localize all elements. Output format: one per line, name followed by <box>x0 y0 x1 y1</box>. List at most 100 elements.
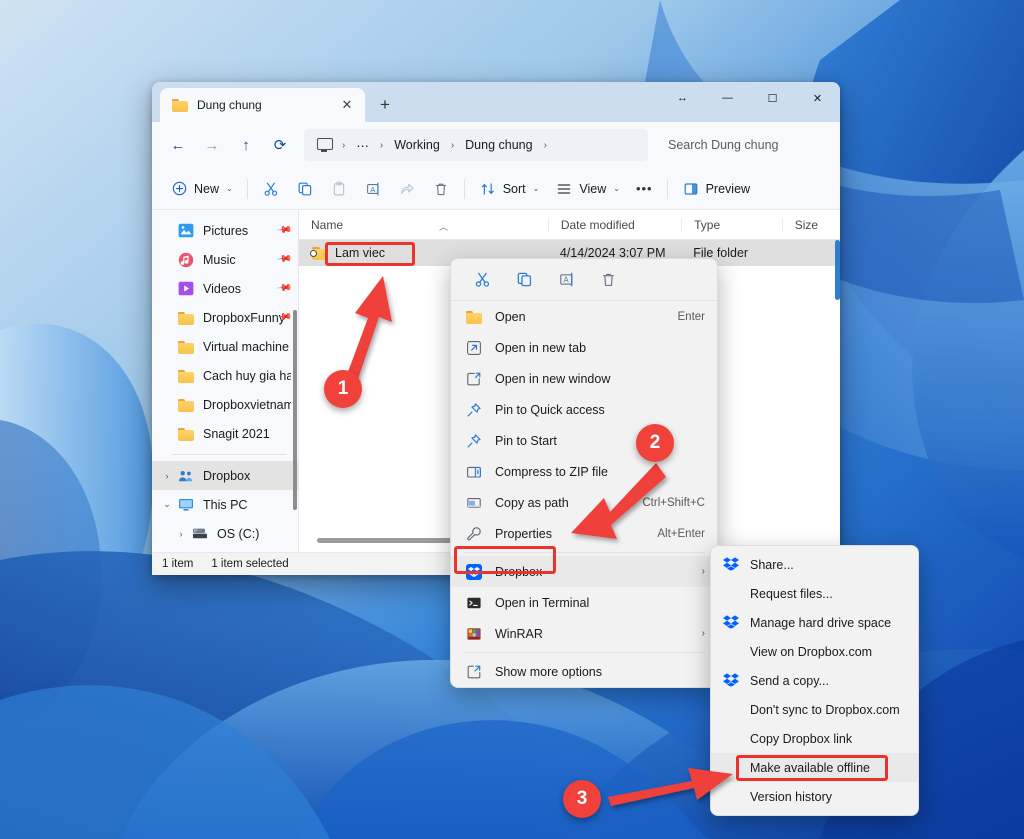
context-item-pin-to-start[interactable]: Pin to Start <box>451 425 717 456</box>
folder-icon <box>465 308 482 325</box>
command-bar: New ⌄ A Sort ⌄ View ⌄ ••• Preview <box>152 168 840 210</box>
sidebar-label: Virtual machine <box>203 339 289 354</box>
close-tab-icon[interactable]: ✕ <box>337 95 357 115</box>
rename-button[interactable]: A <box>356 174 390 204</box>
folder-icon <box>178 426 194 442</box>
back-button[interactable]: ← <box>162 129 194 161</box>
toolbar-divider <box>246 178 248 199</box>
context-item-open-in-new-window[interactable]: Open in new window <box>451 363 717 394</box>
preview-button[interactable]: Preview <box>674 174 758 204</box>
context-item-show-more-options[interactable]: Show more options <box>451 656 717 687</box>
paste-button[interactable] <box>322 174 356 204</box>
new-tab-icon <box>465 339 482 356</box>
context-item-label: Open in new tab <box>495 340 587 355</box>
column-header-size[interactable]: Size <box>781 217 840 232</box>
preview-pane-icon <box>682 180 700 198</box>
share-button[interactable] <box>390 174 424 204</box>
chevron-down-icon[interactable]: ⌄ <box>162 499 172 510</box>
step-badge-1: 1 <box>324 370 362 408</box>
address-bar[interactable]: › ⋯ › Working › Dung chung › <box>304 129 648 161</box>
folder-icon <box>310 246 328 260</box>
sidebar-item-snagit-2021[interactable]: Snagit 2021 <box>152 419 299 448</box>
tab-dung-chung[interactable]: Dung chung ✕ <box>160 88 365 122</box>
up-button[interactable]: ↑ <box>230 129 262 161</box>
sidebar-item-this-pc[interactable]: ⌄ This PC <box>152 490 299 519</box>
file-list-vertical-scrollbar[interactable] <box>835 240 840 300</box>
breadcrumb-working[interactable]: Working <box>389 136 445 154</box>
sidebar-item-dropbox[interactable]: › Dropbox <box>152 461 299 490</box>
context-item-open-in-new-tab[interactable]: Open in new tab <box>451 332 717 363</box>
delete-button[interactable] <box>424 174 458 204</box>
context-item-pin-to-quick-access[interactable]: Pin to Quick access <box>451 394 717 425</box>
refresh-button[interactable]: ⟳ <box>264 129 296 161</box>
submenu-item-label: Don't sync to Dropbox.com <box>750 702 900 717</box>
new-tab-button[interactable]: + <box>371 91 399 119</box>
sidebar-scrollbar[interactable] <box>293 310 297 510</box>
sync-status-icon <box>310 250 317 257</box>
submenu-item-manage-hard-drive-space[interactable]: Manage hard drive space <box>711 608 918 637</box>
sort-button[interactable]: Sort ⌄ <box>471 174 548 204</box>
context-item-compress-to-zip[interactable]: Compress to ZIP file <box>451 456 717 487</box>
submenu-item-request-files[interactable]: Request files... <box>711 579 918 608</box>
column-header-type[interactable]: Type <box>681 217 782 232</box>
close-window-button[interactable]: ✕ <box>795 82 840 114</box>
cut-icon[interactable] <box>467 265 497 295</box>
toolbar-divider <box>463 178 465 199</box>
sort-icon <box>479 180 497 198</box>
chevron-right-icon[interactable]: › <box>176 529 186 539</box>
sidebar-item-videos[interactable]: Videos 📌 <box>152 274 299 303</box>
sidebar-item-virtual-machine[interactable]: Virtual machine <box>152 332 299 361</box>
rename-icon[interactable]: A <box>551 265 581 295</box>
wrench-icon <box>465 525 482 542</box>
search-box[interactable]: Search Dung chung <box>658 129 830 161</box>
sidebar-item-dropboxvietnam-me[interactable]: Dropboxvietnam me <box>152 390 299 419</box>
submenu-item-version-history[interactable]: Version history <box>711 782 918 811</box>
context-item-open[interactable]: Open Enter <box>451 301 717 332</box>
pictures-icon <box>178 223 194 239</box>
view-button[interactable]: View ⌄ <box>547 174 628 204</box>
delete-icon[interactable] <box>593 265 623 295</box>
sidebar-item-dropboxfunny[interactable]: DropboxFunny 📌 <box>152 303 299 332</box>
sidebar-item-pictures[interactable]: Pictures 📌 <box>152 216 299 245</box>
this-pc-icon <box>178 497 194 513</box>
copy-icon[interactable] <box>509 265 539 295</box>
sidebar-item-os-c[interactable]: › OS (C:) <box>152 519 299 548</box>
chevron-right-icon[interactable]: › <box>162 471 172 481</box>
more-options-button[interactable]: ••• <box>628 174 661 204</box>
forward-button[interactable]: → <box>196 129 228 161</box>
chevron-right-icon: › <box>701 628 705 639</box>
maximize-button[interactable]: ☐ <box>750 82 795 114</box>
column-header-name[interactable]: Name ︿ <box>299 218 548 232</box>
breadcrumb-dung-chung[interactable]: Dung chung <box>460 136 537 154</box>
cut-button[interactable] <box>254 174 288 204</box>
context-item-label: Show more options <box>495 664 603 679</box>
breadcrumb-overflow[interactable]: ⋯ <box>351 136 374 155</box>
copy-button[interactable] <box>288 174 322 204</box>
new-button[interactable]: New ⌄ <box>162 174 241 204</box>
submenu-item-make-available-offline[interactable]: Make available offline <box>711 753 918 782</box>
context-item-label: WinRAR <box>495 626 543 641</box>
navigation-bar: ← → ↑ ⟳ › ⋯ › Working › Dung chung › Sea… <box>152 122 840 168</box>
context-item-open-in-terminal[interactable]: Open in Terminal <box>451 587 717 618</box>
column-header-date-modified[interactable]: Date modified <box>547 217 681 232</box>
submenu-item-share[interactable]: Share... <box>711 550 918 579</box>
folder-icon <box>178 368 194 384</box>
sidebar-item-cach-huy-gia-han-drc[interactable]: Cach huy gia han drc <box>152 361 299 390</box>
sidebar-item-music[interactable]: Music 📌 <box>152 245 299 274</box>
minimize-button[interactable]: — <box>705 82 750 114</box>
submenu-item-dont-sync-to-dropbox-com[interactable]: Don't sync to Dropbox.com <box>711 695 918 724</box>
submenu-item-view-on-dropbox-com[interactable]: View on Dropbox.com <box>711 637 918 666</box>
context-item-properties[interactable]: Properties Alt+Enter <box>451 518 717 549</box>
sidebar-label: Dropboxvietnam me <box>203 397 291 412</box>
more-options-icon <box>465 663 482 680</box>
submenu-item-copy-dropbox-link[interactable]: Copy Dropbox link <box>711 724 918 753</box>
snap-layouts-icon[interactable]: ↔ <box>660 82 705 114</box>
context-item-winrar[interactable]: WinRAR › <box>451 618 717 649</box>
file-name-label: Lam viec <box>335 246 386 260</box>
context-item-dropbox[interactable]: Dropbox › <box>451 556 717 587</box>
context-item-label: Pin to Quick access <box>495 402 605 417</box>
context-item-copy-as-path[interactable]: Copy as path Ctrl+Shift+C <box>451 487 717 518</box>
terminal-icon <box>465 594 482 611</box>
sidebar-label: Dropbox <box>203 468 251 483</box>
submenu-item-send-a-copy[interactable]: Send a copy... <box>711 666 918 695</box>
